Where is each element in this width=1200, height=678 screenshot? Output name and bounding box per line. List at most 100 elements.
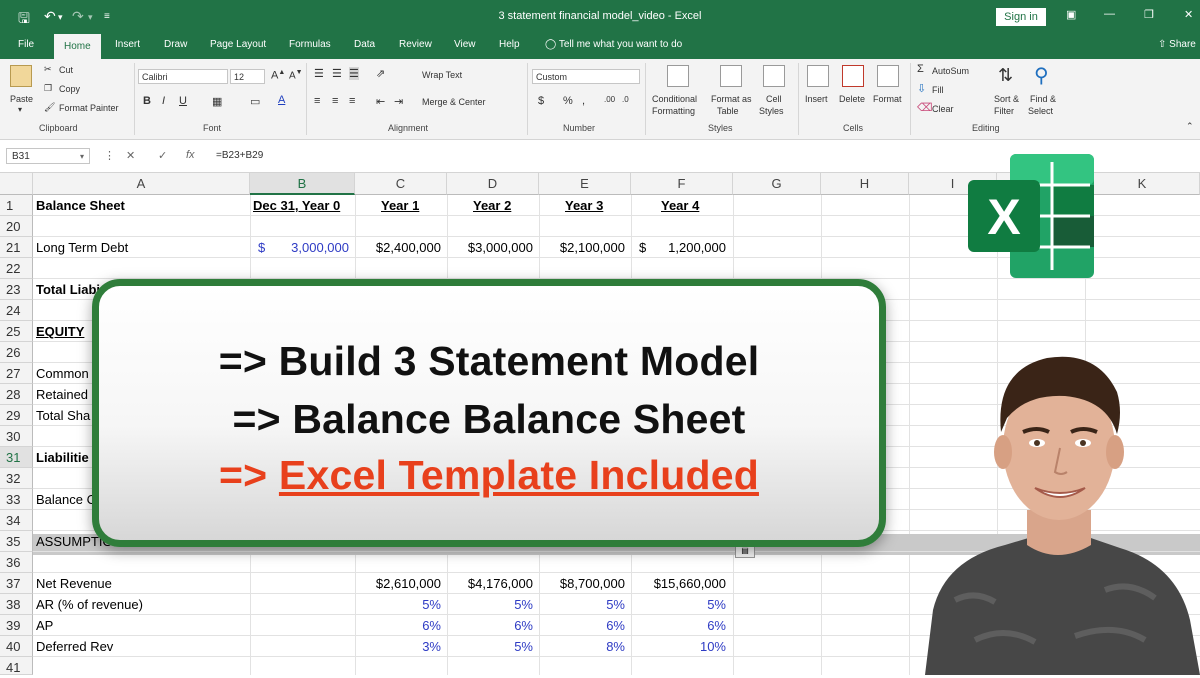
paste-dropdown-icon[interactable]: ▾ [18, 105, 22, 114]
column-header-a[interactable]: A [33, 173, 250, 195]
insert-cells-icon[interactable] [807, 65, 829, 87]
cell-e1[interactable]: Year 3 [565, 195, 603, 216]
column-header-g[interactable]: G [733, 173, 821, 195]
insert-cells-button[interactable]: Insert [805, 94, 828, 104]
align-bottom-icon[interactable]: ☰ [349, 67, 359, 80]
cell-a31[interactable]: Liabilitie [36, 447, 89, 468]
cell-a33[interactable]: Balance C [36, 489, 96, 510]
row-header[interactable]: 28 [0, 384, 33, 405]
tab-view[interactable]: View [454, 39, 476, 50]
cell-a28[interactable]: Retained [36, 384, 88, 405]
cell-e37[interactable]: $8,700,000 [539, 573, 625, 594]
decrease-font-icon[interactable]: A▼ [289, 69, 303, 81]
row-header[interactable]: 33 [0, 489, 33, 510]
sign-in-button[interactable]: Sign in [996, 8, 1046, 26]
cell-f1[interactable]: Year 4 [661, 195, 699, 216]
tab-help[interactable]: Help [499, 39, 520, 50]
cell-c21[interactable]: $2,400,000 [355, 237, 441, 258]
number-format-select[interactable]: Custom [532, 69, 640, 84]
row-header[interactable]: 29 [0, 405, 33, 426]
cell-a25[interactable]: EQUITY [36, 321, 84, 342]
underline-icon[interactable]: U [179, 95, 187, 107]
enter-icon[interactable]: ✓ [158, 149, 167, 162]
copy-button[interactable]: Copy [59, 84, 80, 94]
orientation-icon[interactable]: ⇗ [376, 67, 385, 80]
cell-a21[interactable]: Long Term Debt [36, 237, 128, 258]
cell-c38[interactable]: 5% [355, 594, 441, 615]
row-header[interactable]: 26 [0, 342, 33, 363]
comma-icon[interactable]: , [582, 95, 585, 107]
bold-icon[interactable]: B [143, 95, 151, 107]
cut-button[interactable]: Cut [59, 65, 73, 75]
cell-c40[interactable]: 3% [355, 636, 441, 657]
fill-color-icon[interactable]: ▭ [250, 95, 260, 108]
cell-e38[interactable]: 5% [539, 594, 625, 615]
row-header[interactable]: 31 [0, 447, 33, 468]
name-box[interactable]: B31 [6, 148, 90, 164]
cell-styles-icon[interactable] [763, 65, 785, 87]
font-size-select[interactable]: 12 [230, 69, 265, 84]
insert-function-icon[interactable]: fx [186, 149, 195, 161]
cell-f40[interactable]: 10% [631, 636, 726, 657]
sort-filter-icon[interactable]: ⇅ [998, 65, 1013, 86]
borders-icon[interactable]: ▦ [212, 95, 222, 108]
font-color-icon[interactable]: A [278, 94, 285, 106]
cell-d37[interactable]: $4,176,000 [447, 573, 533, 594]
row-header[interactable]: 23 [0, 279, 33, 300]
row-header[interactable]: 27 [0, 363, 33, 384]
row-header[interactable]: 37 [0, 573, 33, 594]
cell-a23[interactable]: Total Liabi [36, 279, 100, 300]
cell-a27[interactable]: Common [36, 363, 89, 384]
tab-review[interactable]: Review [399, 39, 432, 50]
format-painter-button[interactable]: Format Painter [59, 103, 119, 113]
column-header-b[interactable]: B [250, 173, 355, 195]
row-header[interactable]: 30 [0, 426, 33, 447]
row-header[interactable]: 25 [0, 321, 33, 342]
align-middle-icon[interactable]: ☰ [332, 67, 342, 80]
cell-styles-button[interactable]: Cell [766, 94, 782, 104]
row-header[interactable]: 20 [0, 216, 33, 237]
column-header-d[interactable]: D [447, 173, 539, 195]
column-header-k[interactable]: K [1085, 173, 1200, 195]
paste-icon[interactable] [10, 65, 32, 87]
row-header[interactable]: 41 [0, 657, 33, 675]
close-icon[interactable]: ✕ [1184, 8, 1193, 21]
increase-decimal-icon[interactable]: .00 [604, 95, 615, 104]
tab-page-layout[interactable]: Page Layout [210, 39, 266, 50]
cancel-icon[interactable]: ✕ [126, 149, 135, 162]
cell-e40[interactable]: 8% [539, 636, 625, 657]
increase-font-icon[interactable]: A▲ [271, 69, 285, 82]
cell-c37[interactable]: $2,610,000 [355, 573, 441, 594]
row-header[interactable]: 22 [0, 258, 33, 279]
conditional-formatting-button[interactable]: Conditional [652, 94, 697, 104]
row-header[interactable]: 38 [0, 594, 33, 615]
cell-d21[interactable]: $3,000,000 [447, 237, 533, 258]
cell-e21[interactable]: $2,100,000 [539, 237, 625, 258]
increase-indent-icon[interactable]: ⇥ [394, 95, 403, 108]
align-top-icon[interactable]: ☰ [314, 67, 324, 80]
cell-c1[interactable]: Year 1 [381, 195, 419, 216]
minimize-icon[interactable]: — [1104, 8, 1115, 20]
fill-button[interactable]: Fill [932, 85, 944, 95]
row-header[interactable]: 32 [0, 468, 33, 489]
sort-filter-button[interactable]: Sort & [994, 94, 1019, 104]
cell-a40[interactable]: Deferred Rev [36, 636, 113, 657]
cell-b21[interactable]: 3,000,000 [250, 237, 349, 258]
format-as-table-button[interactable]: Format as [711, 94, 752, 104]
cell-f38[interactable]: 5% [631, 594, 726, 615]
clear-button[interactable]: Clear [932, 104, 954, 114]
italic-icon[interactable]: I [162, 95, 165, 107]
tell-me-search[interactable]: ◯ Tell me what you want to do [545, 39, 682, 50]
tab-draw[interactable]: Draw [164, 39, 187, 50]
align-right-icon[interactable]: ≡ [349, 95, 355, 107]
cell-f21[interactable]: 1,200,000 [631, 237, 726, 258]
restore-icon[interactable]: ❐ [1144, 8, 1154, 21]
row-header[interactable]: 36 [0, 552, 33, 573]
column-header-h[interactable]: H [821, 173, 909, 195]
currency-icon[interactable]: $ [538, 95, 544, 107]
tab-data[interactable]: Data [354, 39, 375, 50]
magnifier-icon[interactable]: ⚲ [1034, 63, 1049, 88]
row-header[interactable]: 24 [0, 300, 33, 321]
cell-b1[interactable]: Dec 31, Year 0 [253, 195, 340, 216]
ribbon-display-icon[interactable]: ▣ [1066, 8, 1076, 21]
